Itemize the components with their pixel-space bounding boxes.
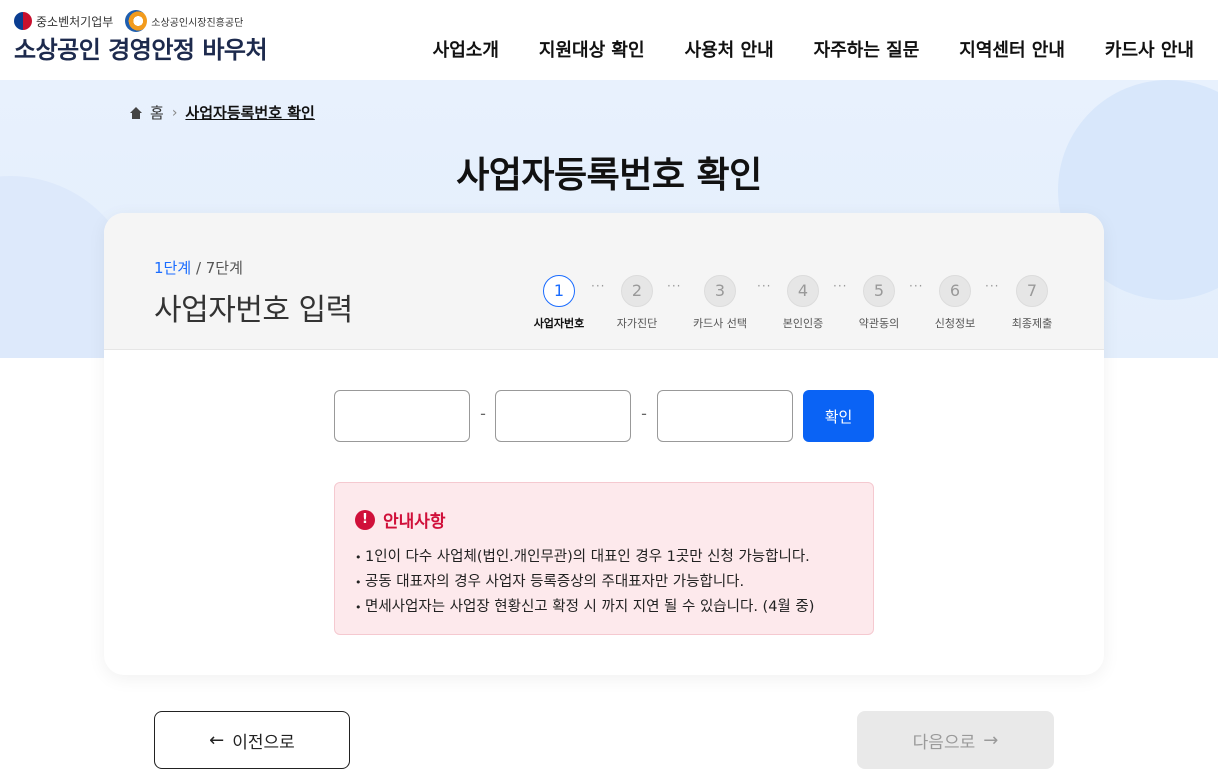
step-label: 본인인증 — [782, 317, 824, 330]
nav-item-usage[interactable]: 사용처 안내 — [685, 36, 774, 62]
exclamation-icon: ! — [355, 509, 375, 530]
breadcrumb: 홈 › 사업자등록번호 확인 — [130, 102, 315, 123]
breadcrumb-current[interactable]: 사업자등록번호 확인 — [185, 102, 314, 123]
step-number: 5 — [863, 275, 895, 307]
notice-box: ! 안내사항 1인이 다수 사업체(법인.개인무관)의 대표인 경우 1곳만 신… — [334, 482, 874, 635]
gov-logos: 중소벤처기업부 소상공인시장진흥공단 — [14, 10, 243, 32]
step-label: 약관동의 — [858, 317, 900, 330]
notice-header: ! 안내사항 — [355, 507, 446, 532]
breadcrumb-home[interactable]: 홈 — [150, 102, 164, 123]
notice-list: 1인이 다수 사업체(법인.개인무관)의 대표인 경우 1곳만 신청 가능합니다… — [355, 545, 814, 620]
bizno-field-3[interactable] — [657, 390, 793, 442]
step-number: 3 — [704, 275, 736, 307]
step-label: 신청정보 — [934, 317, 976, 330]
step-number: 6 — [939, 275, 971, 307]
arrow-right-icon: → — [983, 729, 999, 751]
nav-item-eligibility[interactable]: 지원대상 확인 — [539, 36, 645, 62]
next-label: 다음으로 — [912, 732, 976, 753]
step-label: 사업자번호 — [533, 317, 585, 330]
next-button[interactable]: 다음으로 → — [857, 711, 1054, 769]
nav-item-faq[interactable]: 자주하는 질문 — [814, 36, 920, 62]
mss-logo[interactable]: 중소벤처기업부 — [14, 12, 113, 30]
page-title: 사업자등록번호 확인 — [456, 155, 762, 196]
step-number: 7 — [1016, 275, 1048, 307]
bizno-separator: - — [641, 404, 647, 423]
stepper: 1 사업자번호 ··· 2 자가진단 ··· 3 카드사 선택 ··· 4 본인… — [524, 275, 1064, 335]
semas-label: 소상공인시장진흥공단 — [151, 17, 244, 29]
confirm-button[interactable]: 확인 — [803, 390, 874, 442]
step-label: 카드사 선택 — [692, 317, 748, 330]
step-header: 1단계 / 7단계 사업자번호 입력 1 사업자번호 ··· 2 자가진단 ··… — [104, 213, 1104, 350]
step-current: 1단계 — [154, 259, 192, 277]
home-icon — [130, 106, 142, 119]
nav-item-business-intro[interactable]: 사업소개 — [433, 36, 499, 62]
nav-item-card-company[interactable]: 카드사 안내 — [1105, 36, 1194, 62]
step-number: 1 — [543, 275, 575, 307]
step-connector: ··· — [667, 279, 682, 293]
site-title[interactable]: 소상공인 경영안정 바우처 — [14, 30, 268, 65]
chevron-right-icon: › — [171, 104, 178, 121]
step-6: 6 신청정보 — [920, 275, 990, 331]
notice-item: 공동 대표자의 경우 사업자 등록증상의 주대표자만 가능합니다. — [355, 570, 814, 595]
bizno-field-2[interactable] — [495, 390, 631, 442]
prev-label: 이전으로 — [232, 732, 295, 753]
step-7: 7 최종제출 — [997, 275, 1067, 331]
notice-item: 1인이 다수 사업체(법인.개인무관)의 대표인 경우 1곳만 신청 가능합니다… — [355, 545, 814, 570]
prev-button[interactable]: ← 이전으로 — [154, 711, 350, 769]
step-count: 1단계 / 7단계 — [154, 257, 243, 278]
arrow-left-icon: ← — [209, 729, 225, 751]
nav-item-regional-center[interactable]: 지역센터 안내 — [959, 36, 1065, 62]
notice-title: 안내사항 — [383, 512, 446, 532]
step-2: 2 자가진단 — [602, 275, 672, 331]
bizno-separator: - — [480, 404, 486, 423]
bizno-field-1[interactable] — [334, 390, 470, 442]
notice-item: 면세사업자는 사업장 현황신고 확정 시 까지 지연 될 수 있습니다. (4월… — [355, 595, 814, 620]
step-1: 1 사업자번호 — [524, 275, 594, 331]
step-3: 3 카드사 선택 — [685, 275, 755, 331]
step-4: 4 본인인증 — [768, 275, 838, 331]
main-nav: 사업소개 지원대상 확인 사용처 안내 자주하는 질문 지역센터 안내 카드사 … — [433, 36, 1194, 62]
step-label: 최종제출 — [1011, 317, 1053, 330]
step-total: / 7단계 — [195, 259, 243, 277]
step-5: 5 약관동의 — [844, 275, 914, 331]
step-number: 4 — [787, 275, 819, 307]
step-number: 2 — [621, 275, 653, 307]
taegeuk-icon — [14, 12, 32, 30]
step-label: 자가진단 — [616, 317, 658, 330]
mss-label: 중소벤처기업부 — [36, 14, 114, 29]
step-title: 사업자번호 입력 — [154, 293, 353, 328]
site-header: 중소벤처기업부 소상공인시장진흥공단 소상공인 경영안정 바우처 사업소개 지원… — [0, 0, 1218, 80]
semas-icon — [125, 10, 148, 32]
semas-logo[interactable]: 소상공인시장진흥공단 — [125, 10, 243, 32]
bizno-input-group: - - 확인 — [334, 390, 874, 442]
